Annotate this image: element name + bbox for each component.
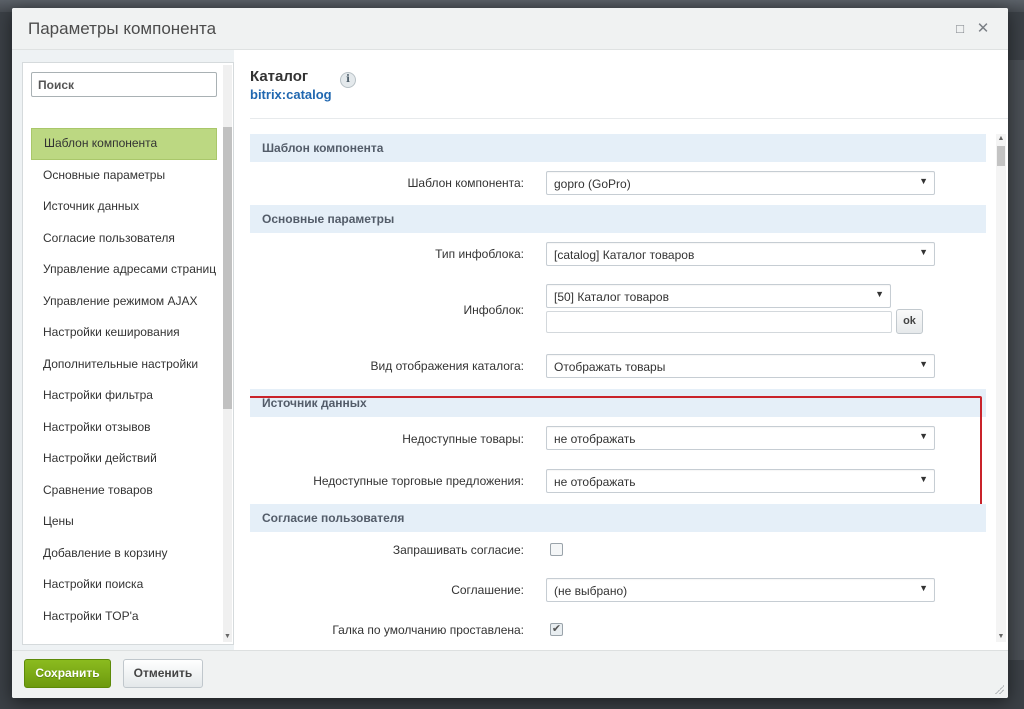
save-button[interactable]: Сохранить xyxy=(24,659,111,688)
dialog-title-bar[interactable]: Параметры компонента □ ✕ xyxy=(12,8,1008,50)
template-select[interactable]: gopro (GoPro) ▼ xyxy=(546,171,935,195)
iblock-select[interactable]: [50] Каталог товаров ▼ xyxy=(546,284,891,308)
iblock-label: Инфоблок: xyxy=(463,303,524,317)
iblock-type-select-value: [catalog] Каталог товаров xyxy=(554,248,695,262)
iblock-ok-button[interactable]: ok xyxy=(896,309,923,334)
chevron-down-icon: ▼ xyxy=(875,289,884,299)
resize-grip-icon[interactable] xyxy=(994,684,1004,694)
sidebar-item-user-consent[interactable]: Согласие пользователя xyxy=(31,223,217,255)
chevron-down-icon: ▼ xyxy=(919,247,928,257)
settings-scrollbar[interactable]: ▲ ▼ xyxy=(996,134,1006,642)
chevron-down-icon: ▼ xyxy=(919,176,928,186)
sidebar-item-additional[interactable]: Дополнительные настройки xyxy=(31,349,217,381)
sidebar-item-actions[interactable]: Настройки действий xyxy=(31,443,217,475)
cancel-button[interactable]: Отменить xyxy=(123,659,203,688)
agreement-select-value: (не выбрано) xyxy=(554,584,628,598)
chevron-down-icon: ▼ xyxy=(919,474,928,484)
view-mode-select-value: Отображать товары xyxy=(554,360,666,374)
default-checked-checkbox[interactable]: ✔ xyxy=(550,623,563,636)
sidebar-item-main-params[interactable]: Основные параметры xyxy=(31,160,217,192)
unavailable-offers-label: Недоступные торговые предложения: xyxy=(313,474,524,488)
sidebar-item-filter[interactable]: Настройки фильтра xyxy=(31,380,217,412)
component-settings-dialog: Параметры компонента □ ✕ Шаблон компонен… xyxy=(12,8,1008,698)
sidebar-scrollbar-thumb[interactable] xyxy=(223,127,232,409)
agreement-select[interactable]: (не выбрано) ▼ xyxy=(546,578,935,602)
default-checked-label: Галка по умолчанию проставлена: xyxy=(332,623,524,637)
header-divider xyxy=(250,118,1008,119)
dialog-title: Параметры компонента xyxy=(28,19,217,38)
section-consent-heading: Согласие пользователя xyxy=(250,504,986,532)
iblock-type-label: Тип инфоблока: xyxy=(435,247,524,261)
component-header: Каталог bitrix:catalog xyxy=(250,68,332,102)
unavailable-offers-value: не отображать xyxy=(554,475,636,489)
template-label: Шаблон компонента: xyxy=(407,176,524,190)
sidebar-item-caching[interactable]: Настройки кеширования xyxy=(31,317,217,349)
view-mode-label: Вид отображения каталога: xyxy=(370,359,524,373)
view-mode-select[interactable]: Отображать товары ▼ xyxy=(546,354,935,378)
sidebar-item-search[interactable]: Настройки поиска xyxy=(31,569,217,601)
search-input[interactable] xyxy=(31,72,217,97)
sidebar-item-compare[interactable]: Сравнение товаров xyxy=(31,475,217,507)
sidebar: Шаблон компонента Основные параметры Ист… xyxy=(22,62,234,645)
agreement-label: Соглашение: xyxy=(451,583,524,597)
sidebar-item-data-source[interactable]: Источник данных xyxy=(31,191,217,223)
sidebar-nav: Шаблон компонента Основные параметры Ист… xyxy=(31,128,217,632)
sidebar-item-url-management[interactable]: Управление адресами страниц xyxy=(31,254,217,286)
scroll-up-icon[interactable]: ▲ xyxy=(996,134,1006,144)
component-code: bitrix:catalog xyxy=(250,87,332,102)
settings-scrollbar-thumb[interactable] xyxy=(997,146,1005,166)
sidebar-item-top[interactable]: Настройки TOP'а xyxy=(31,601,217,633)
section-template-heading: Шаблон компонента xyxy=(250,134,986,162)
page-backdrop-right xyxy=(1008,60,1024,660)
dialog-content: Шаблон компонента Основные параметры Ист… xyxy=(12,50,1008,650)
ask-consent-label: Запрашивать согласие: xyxy=(392,543,524,557)
scroll-down-icon[interactable]: ▼ xyxy=(223,632,232,642)
iblock-type-select[interactable]: [catalog] Каталог товаров ▼ xyxy=(546,242,935,266)
sidebar-item-reviews[interactable]: Настройки отзывов xyxy=(31,412,217,444)
section-data-source-heading: Источник данных xyxy=(250,389,986,417)
sidebar-item-basket[interactable]: Добавление в корзину xyxy=(31,538,217,570)
settings-panel: Каталог bitrix:catalog i Шаблон компонен… xyxy=(234,50,1008,650)
unavailable-products-value: не отображать xyxy=(554,432,636,446)
settings-form: Шаблон компонента Шаблон компонента: gop… xyxy=(250,134,986,650)
sidebar-item-template[interactable]: Шаблон компонента xyxy=(31,128,217,160)
iblock-id-input[interactable] xyxy=(546,311,892,333)
unavailable-offers-select[interactable]: не отображать ▼ xyxy=(546,469,935,493)
close-icon[interactable]: ✕ xyxy=(975,21,991,37)
ask-consent-checkbox[interactable] xyxy=(550,543,563,556)
sidebar-item-ajax[interactable]: Управление режимом AJAX xyxy=(31,286,217,318)
template-select-value: gopro (GoPro) xyxy=(554,177,631,191)
section-main-heading: Основные параметры xyxy=(250,205,986,233)
chevron-down-icon: ▼ xyxy=(919,583,928,593)
component-title: Каталог xyxy=(250,68,309,85)
dialog-footer: Сохранить Отменить xyxy=(12,650,1008,698)
maximize-icon[interactable]: □ xyxy=(952,21,968,37)
chevron-down-icon: ▼ xyxy=(919,431,928,441)
scroll-down-icon[interactable]: ▼ xyxy=(996,632,1006,642)
sidebar-scrollbar[interactable]: ▼ xyxy=(223,65,232,642)
info-icon[interactable]: i xyxy=(340,72,356,88)
chevron-down-icon: ▼ xyxy=(919,359,928,369)
iblock-select-value: [50] Каталог товаров xyxy=(554,290,669,304)
unavailable-products-label: Недоступные товары: xyxy=(402,432,524,446)
unavailable-products-select[interactable]: не отображать ▼ xyxy=(546,426,935,450)
sidebar-item-prices[interactable]: Цены xyxy=(31,506,217,538)
